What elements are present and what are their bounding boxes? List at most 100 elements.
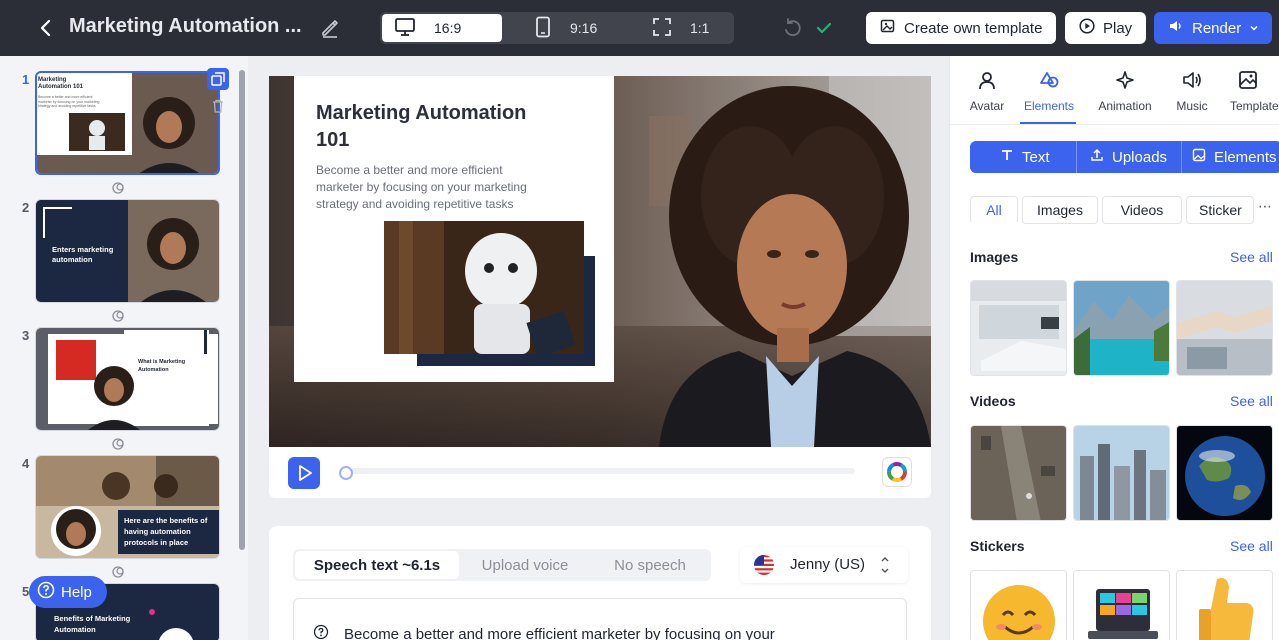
segment-label: Text — [1022, 148, 1050, 166]
chevron-down-icon — [1249, 20, 1259, 37]
slide-1-body: Become a better and more efficient marke… — [38, 95, 100, 108]
slide-number: 1 — [22, 72, 30, 87]
sticker-tile-video-call[interactable] — [1073, 570, 1170, 640]
canvas-title[interactable]: Marketing Automation 101 — [316, 100, 536, 154]
sticker-tile-smile[interactable] — [970, 570, 1067, 640]
back-arrow-icon[interactable] — [36, 16, 58, 40]
slide-2-title: Enters marketing automation — [52, 245, 114, 264]
timeline-track[interactable] — [340, 468, 855, 474]
tab-animation[interactable]: Animation — [1095, 70, 1155, 122]
canvas-subtitle[interactable]: Become a better and more efficient marke… — [316, 162, 546, 213]
tab-template[interactable]: Template — [1226, 70, 1279, 122]
segment-text[interactable]: Text — [1000, 141, 1050, 173]
images-see-all-link[interactable]: See all — [1230, 249, 1273, 265]
help-button[interactable]: Help — [29, 576, 107, 608]
square-frame-icon — [652, 17, 672, 40]
transition-link-icon[interactable] — [111, 181, 125, 195]
assets-panel: Avatar Elements Animation Music Template… — [949, 56, 1279, 640]
color-wheel-icon[interactable] — [882, 457, 912, 487]
voice-name: Jenny (US) — [790, 556, 866, 573]
divider — [950, 124, 1279, 125]
video-tile-city-skyline[interactable] — [1073, 425, 1170, 521]
tab-upload-voice[interactable]: Upload voice — [463, 551, 587, 579]
create-template-button[interactable]: Create own template — [866, 12, 1056, 44]
phone-icon — [534, 16, 552, 41]
canvas-card: Marketing Automation 101 Become a better… — [269, 76, 931, 498]
image-icon — [1192, 148, 1206, 166]
render-button[interactable]: Render — [1154, 12, 1272, 44]
elements-icon — [1038, 70, 1060, 93]
saved-check-icon — [814, 17, 834, 39]
us-flag-icon — [754, 555, 774, 575]
slide-canvas[interactable]: Marketing Automation 101 Become a better… — [269, 76, 931, 447]
template-icon — [1230, 70, 1258, 93]
speech-card: Speech text ~6.1s Upload voice No speech… — [269, 526, 931, 640]
editor-area: Marketing Automation 101 Become a better… — [248, 56, 949, 640]
stickers-see-all-link[interactable]: See all — [1230, 538, 1273, 554]
chevron-updown-icon — [880, 554, 890, 579]
images-section-title: Images — [970, 249, 1019, 265]
duplicate-slide-icon[interactable] — [207, 68, 229, 90]
ratio-16-9-button[interactable]: 16:9 — [382, 14, 502, 42]
voice-select[interactable]: Jenny (US) — [740, 547, 908, 583]
slides-scrollbar[interactable] — [239, 70, 245, 550]
slide-thumbnail-3[interactable] — [35, 327, 220, 431]
tab-speech-text[interactable]: Speech text ~6.1s — [295, 551, 459, 579]
ratio-1-1-button[interactable]: 1:1 — [640, 14, 730, 42]
transition-link-icon[interactable] — [111, 309, 125, 323]
segment-label: Elements — [1214, 148, 1277, 166]
videos-section-title: Videos — [970, 393, 1016, 409]
project-title[interactable]: Marketing Automation ... — [69, 15, 309, 38]
trash-icon[interactable] — [210, 98, 226, 114]
image-tile-office[interactable] — [970, 280, 1067, 376]
tab-music[interactable]: Music — [1172, 70, 1212, 122]
slide-number: 3 — [22, 328, 30, 343]
slides-panel: 1 Marketing Automation 101 Become a bett… — [0, 56, 248, 640]
video-tile-aerial-street[interactable] — [970, 425, 1067, 521]
pencil-icon[interactable] — [320, 18, 340, 38]
timeline-scrubber[interactable] — [339, 466, 353, 480]
stickers-section-title: Stickers — [970, 538, 1025, 554]
undo-icon[interactable] — [782, 17, 804, 39]
tab-avatar[interactable]: Avatar — [968, 70, 1006, 122]
transition-link-icon[interactable] — [111, 437, 125, 451]
music-icon — [1182, 70, 1202, 93]
animation-icon — [1115, 70, 1135, 93]
divider — [1076, 141, 1077, 173]
slide-3-title: What is Marketing Automation — [138, 359, 186, 373]
play-button[interactable]: Play — [1065, 12, 1146, 44]
source-segment-control: Text Uploads Elements — [970, 141, 1279, 173]
filter-videos[interactable]: Videos — [1102, 196, 1182, 224]
segment-elements[interactable]: Elements — [1192, 141, 1277, 173]
tab-label: Elements — [1023, 99, 1075, 113]
tab-label: Avatar — [969, 99, 1005, 113]
tab-no-speech[interactable]: No speech — [591, 551, 709, 579]
divider — [1181, 141, 1182, 173]
tab-elements[interactable]: Elements — [1022, 70, 1076, 122]
filter-stickers[interactable]: Sticker — [1186, 196, 1254, 224]
speaker-icon — [1168, 18, 1184, 38]
question-circle-icon[interactable] — [313, 624, 329, 640]
sticker-tile-thumbs-up[interactable] — [1176, 570, 1273, 640]
preview-play-button[interactable] — [288, 457, 320, 489]
video-tile-earth[interactable] — [1176, 425, 1273, 521]
segment-uploads[interactable]: Uploads — [1090, 141, 1167, 173]
ratio-label: 9:16 — [570, 20, 598, 36]
speech-text[interactable]: Become a better and more efficient marke… — [344, 626, 775, 640]
image-tile-handshake[interactable] — [1176, 280, 1273, 376]
speech-mode-tabs: Speech text ~6.1s Upload voice No speech — [293, 549, 711, 581]
filter-all[interactable]: All — [970, 196, 1018, 224]
tab-label: Template — [1230, 99, 1279, 113]
tab-label: Animation — [1098, 99, 1152, 113]
image-add-icon — [880, 18, 896, 38]
image-tile-lake[interactable] — [1073, 280, 1170, 376]
ratio-label: 1:1 — [690, 20, 710, 36]
videos-see-all-link[interactable]: See all — [1230, 393, 1273, 409]
more-dots-icon[interactable]: ⋯ — [1258, 198, 1276, 218]
segment-label: Uploads — [1112, 148, 1168, 166]
ratio-9-16-button[interactable]: 9:16 — [522, 14, 622, 42]
monitor-icon — [394, 17, 416, 40]
filter-images[interactable]: Images — [1022, 196, 1098, 224]
transition-link-icon[interactable] — [111, 565, 125, 579]
slide-number: 2 — [22, 200, 30, 215]
